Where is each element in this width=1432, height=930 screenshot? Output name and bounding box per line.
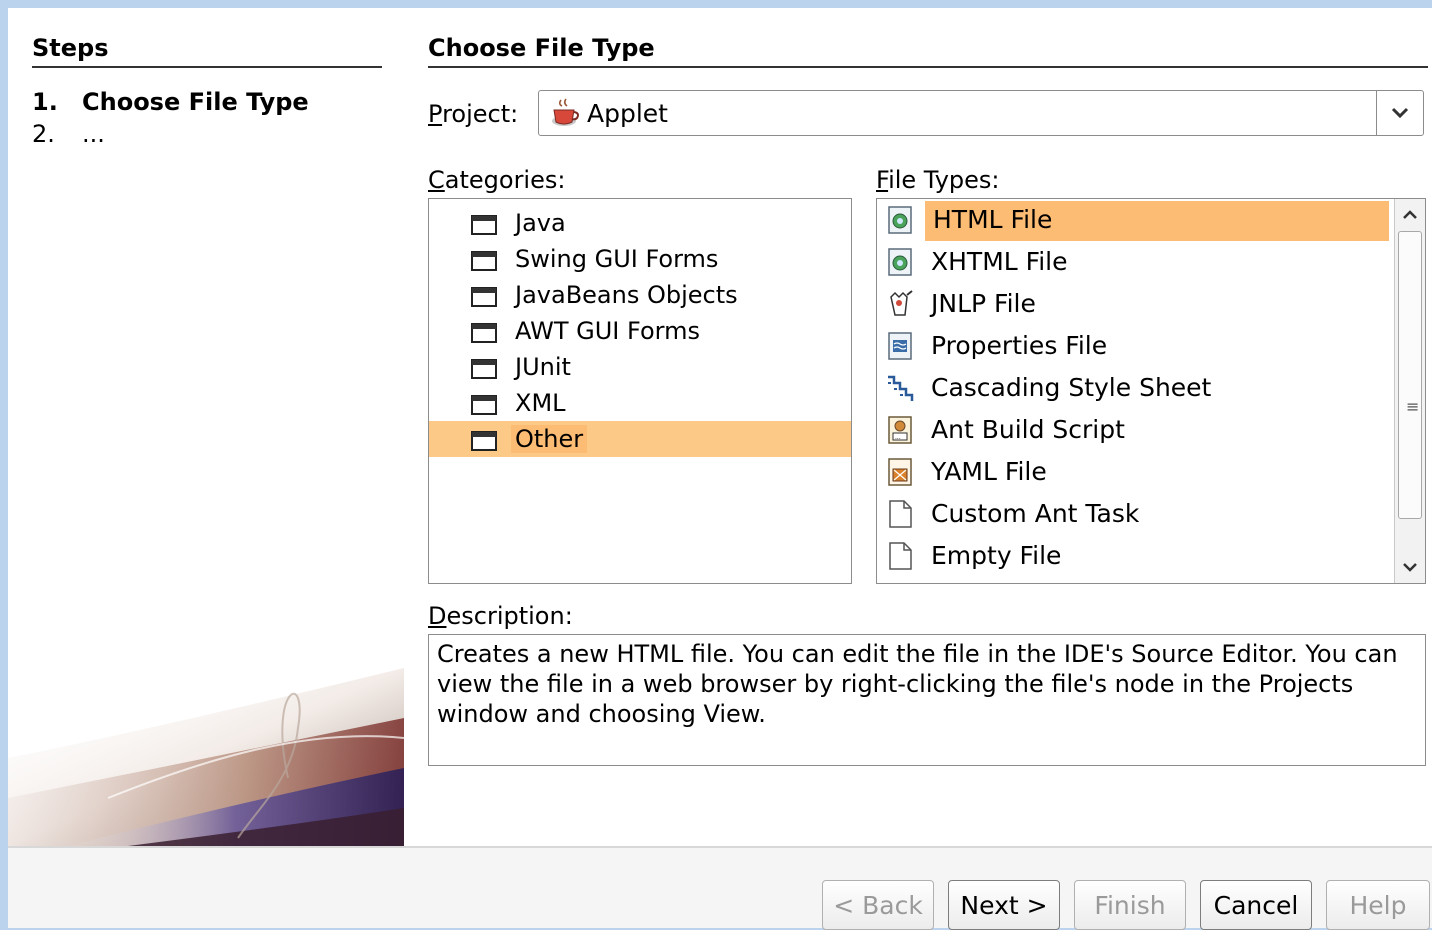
new-file-wizard: Steps 1. Choose File Type 2.... Choose F… — [8, 8, 1432, 930]
yaml-file-icon — [888, 458, 912, 486]
blank-file-icon — [889, 500, 912, 528]
file-type-item-xhtml[interactable]: XHTML File — [877, 241, 1389, 283]
category-item-other[interactable]: Other — [429, 421, 851, 457]
xhtml-file-icon — [888, 248, 912, 276]
step-1: 1. Choose File Type — [32, 88, 309, 116]
step-1-number: 1. — [32, 88, 58, 116]
help-button[interactable]: Help — [1326, 880, 1430, 930]
step-2: 2.... — [32, 120, 105, 148]
folder-icon — [471, 215, 497, 235]
chevron-up-icon — [1403, 210, 1417, 219]
category-item-javabeans-objects[interactable]: JavaBeans Objects — [429, 277, 851, 313]
file-type-item-html[interactable]: HTML File — [877, 199, 1389, 241]
project-value: Applet — [587, 99, 668, 128]
file-type-label: Ant Build Script — [931, 415, 1125, 444]
step-2-label: ... — [82, 120, 105, 148]
category-label: XML — [515, 389, 566, 417]
category-label: Other — [511, 425, 588, 453]
category-item-java[interactable]: Java — [429, 205, 851, 241]
file-types-list[interactable]: HTML File XHTML File JNLP File Propertie… — [876, 198, 1426, 584]
file-type-label: XHTML File — [931, 247, 1068, 276]
category-label: Swing GUI Forms — [515, 245, 719, 273]
folder-icon — [471, 359, 497, 379]
project-dropdown-button[interactable] — [1376, 91, 1423, 135]
finish-button[interactable]: Finish — [1074, 880, 1186, 930]
step-2-number: 2. — [32, 120, 55, 148]
category-item-awt-gui-forms[interactable]: AWT GUI Forms — [429, 313, 851, 349]
file-type-item-empty-file[interactable]: Empty File — [877, 535, 1389, 577]
folder-icon — [471, 431, 497, 451]
folder-icon — [471, 395, 497, 415]
project-label-text: roject: — [442, 100, 519, 128]
folder-icon — [471, 287, 497, 307]
file-types-label: File Types: — [876, 166, 1000, 194]
properties-file-icon — [888, 332, 912, 360]
project-combobox[interactable]: Applet — [538, 90, 1424, 136]
file-type-item-css[interactable]: Cascading Style Sheet — [877, 367, 1389, 409]
back-button[interactable]: < Back — [822, 880, 934, 930]
folder-icon — [471, 323, 497, 343]
file-type-item-jnlp[interactable]: JNLP File — [877, 283, 1389, 325]
html-file-icon — [888, 206, 912, 234]
step-1-label: Choose File Type — [82, 88, 309, 116]
description-box: Creates a new HTML file. You can edit th… — [428, 634, 1426, 766]
category-item-xml[interactable]: XML — [429, 385, 851, 421]
content-panel: Choose File Type Project: Applet Categor… — [404, 8, 1432, 846]
category-label: Java — [515, 209, 566, 237]
file-type-item-custom-ant-task[interactable]: Custom Ant Task — [877, 493, 1389, 535]
project-label: Project: — [428, 100, 518, 128]
button-bar: < Back Next > Finish Cancel Help — [8, 846, 1432, 930]
grip-icon: ≡ — [1406, 397, 1420, 416]
file-type-item-ant-build[interactable]: ... Ant Build Script — [877, 409, 1389, 451]
categories-label-mnemonic: C — [428, 166, 445, 194]
folder-icon — [471, 251, 497, 271]
file-type-label: HTML File — [933, 205, 1053, 234]
file-type-label: Cascading Style Sheet — [931, 373, 1212, 402]
svg-text:...: ... — [895, 434, 901, 441]
scrollbar-thumb[interactable]: ≡ — [1398, 231, 1422, 519]
css-file-icon — [888, 375, 914, 401]
file-types-label-mnemonic: F — [876, 166, 889, 194]
decorative-swirl-art — [8, 668, 404, 846]
file-type-label: Custom Ant Task — [931, 499, 1140, 528]
file-type-label: Empty File — [931, 541, 1062, 570]
category-label: JavaBeans Objects — [515, 281, 738, 309]
chevron-down-icon — [1403, 563, 1417, 572]
categories-label-text: ategories: — [444, 166, 566, 194]
jnlp-file-icon — [890, 290, 913, 316]
file-type-label: JNLP File — [931, 289, 1036, 318]
cancel-button[interactable]: Cancel — [1200, 880, 1312, 930]
category-item-junit[interactable]: JUnit — [429, 349, 851, 385]
file-type-item-yaml[interactable]: YAML File — [877, 451, 1389, 493]
description-label-mnemonic: D — [428, 602, 447, 630]
category-item-swing-gui-forms[interactable]: Swing GUI Forms — [429, 241, 851, 277]
file-type-label: YAML File — [931, 457, 1047, 486]
category-label: AWT GUI Forms — [515, 317, 700, 345]
steps-title: Steps — [32, 34, 382, 68]
file-type-item-properties[interactable]: Properties File — [877, 325, 1389, 367]
file-type-label: Properties File — [931, 331, 1108, 360]
description-label-text: escription: — [446, 602, 573, 630]
blank-file-icon — [889, 542, 912, 570]
categories-list[interactable]: Java Swing GUI Forms JavaBeans Objects A… — [428, 198, 852, 584]
file-types-scrollbar[interactable]: ≡ — [1394, 199, 1425, 583]
project-label-mnemonic: P — [428, 100, 443, 128]
java-coffee-cup-icon — [552, 98, 579, 126]
description-label: Description: — [428, 602, 573, 630]
next-button[interactable]: Next > — [948, 880, 1060, 930]
file-types-label-text: ile Types: — [888, 166, 1000, 194]
steps-panel: Steps 1. Choose File Type 2.... — [8, 8, 404, 846]
chevron-down-icon — [1391, 107, 1409, 119]
ant-build-icon: ... — [888, 416, 912, 444]
scroll-down-button[interactable] — [1396, 553, 1424, 581]
scroll-up-button[interactable] — [1396, 201, 1424, 229]
categories-label: Categories: — [428, 166, 565, 194]
category-label: JUnit — [515, 353, 571, 381]
page-title: Choose File Type — [428, 34, 1428, 68]
